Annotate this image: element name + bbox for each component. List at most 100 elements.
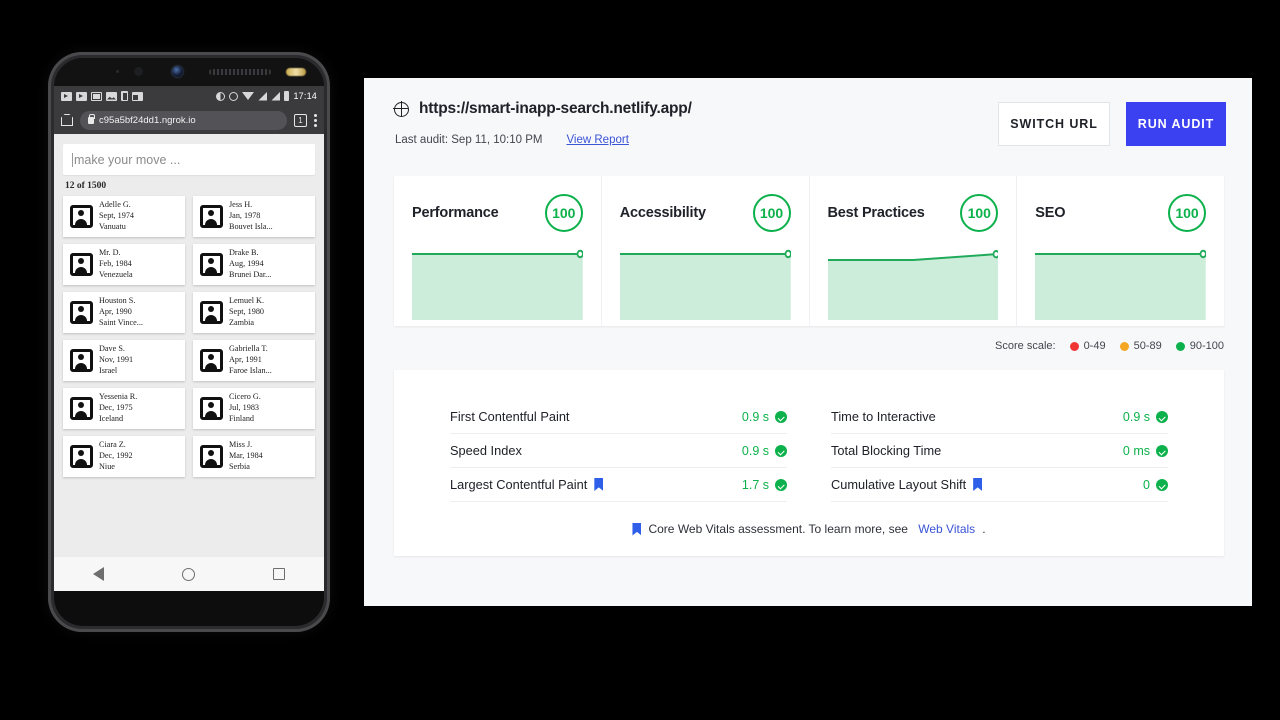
text-caret [72, 152, 73, 167]
list-item[interactable]: Houston S. Apr, 1990 Saint Vince... [63, 292, 185, 333]
last-audit-timestamp: Last audit: Sep 11, 10:10 PM [395, 134, 543, 146]
metric-value-group: 0 ms [1123, 444, 1168, 458]
contact-list: Adelle G. Sept, 1974 Vanuatu Jess H. Jan… [63, 196, 315, 477]
contact-date: Sept, 1974 [99, 211, 135, 221]
list-item[interactable]: Ciara Z. Dec, 1992 Niue [63, 436, 185, 477]
notification-led-icon [286, 68, 306, 76]
contact-date: Apr, 1990 [99, 307, 132, 317]
score-sparkline-accessibility [619, 249, 792, 320]
list-item-details: Lemuel K. Sept, 1980 Zambia [229, 292, 315, 333]
metric-value: 0.9 s [1122, 409, 1150, 424]
list-item[interactable]: Dave S. Nov, 1991 Israel [63, 340, 185, 381]
web-vitals-link[interactable]: Web Vitals [918, 522, 975, 536]
screenshot-stage: 17:14 c95a5bf24dd1.ngrok.io 1 make your … [0, 0, 1280, 720]
avatar [193, 436, 229, 477]
metric-row: Total Blocking Time 0 ms [831, 434, 1168, 468]
contact-date: Nov, 1991 [99, 355, 134, 365]
check-circle-icon [775, 478, 787, 491]
orange-dot-icon [1119, 341, 1129, 351]
alarm-icon [229, 91, 239, 101]
list-item[interactable]: Cicero G. Jul, 1983 Finland [193, 388, 315, 429]
metric-label: Cumulative Layout Shift [831, 477, 983, 492]
list-item[interactable]: Yessenia R. Dec, 1975 Iceland [63, 388, 185, 429]
metric-label: First Contentful Paint [450, 409, 570, 424]
score-card-best-practices[interactable]: Best Practices 100 [808, 176, 1017, 326]
address-bar[interactable]: c95a5bf24dd1.ngrok.io [80, 110, 287, 130]
lock-icon [88, 113, 95, 124]
score-card-header: SEO 100 [1035, 194, 1206, 232]
score-card-title: Accessibility [619, 205, 706, 221]
person-icon [69, 301, 93, 324]
footnote-end: . [982, 522, 986, 536]
avatar [63, 436, 99, 477]
core-web-vitals-note: Core Web Vitals assessment. To learn mor… [428, 522, 1190, 536]
check-circle-icon [1156, 444, 1168, 457]
core-web-vital-flag-icon [632, 522, 642, 536]
metrics-grid: First Contentful Paint 0.9 s Speed Index… [428, 400, 1190, 502]
score-card-accessibility[interactable]: Accessibility 100 [600, 176, 809, 326]
score-scale-label: Score scale: [995, 340, 1056, 352]
person-icon [199, 301, 223, 324]
contact-name: Miss J. [229, 440, 253, 450]
legend-item-average: 50-89 [1119, 340, 1162, 352]
metric-title: Total Blocking Time [831, 443, 942, 458]
back-icon[interactable] [93, 567, 104, 581]
metric-row: Largest Contentful Paint 1.7 s [450, 468, 787, 502]
score-gauge: 100 [544, 194, 583, 232]
list-item[interactable]: Lemuel K. Sept, 1980 Zambia [193, 292, 315, 333]
run-audit-button[interactable]: RUN AUDIT [1126, 102, 1226, 146]
metric-title: Time to Interactive [831, 409, 936, 424]
status-bar-system: 17:14 [216, 91, 317, 101]
person-icon [69, 349, 93, 372]
person-icon [199, 397, 223, 420]
list-item[interactable]: Miss J. Mar, 1984 Serbia [193, 436, 315, 477]
metric-value: 1.7 s [741, 477, 769, 492]
metric-value-group: 0.9 s [1123, 410, 1168, 424]
contact-country: Bouvet Isla... [229, 221, 273, 231]
score-gauge: 100 [960, 194, 999, 232]
list-item[interactable]: Jess H. Jan, 1978 Bouvet Isla... [193, 196, 315, 237]
list-item[interactable]: Drake B. Aug, 1994 Brunei Dar... [193, 244, 315, 285]
play-icon [76, 91, 87, 101]
core-web-vital-flag-icon [973, 478, 983, 491]
tab-count-icon[interactable]: 1 [294, 113, 307, 127]
android-nav-bar [54, 557, 324, 591]
avatar [193, 388, 229, 429]
contact-country: Venezuela [99, 269, 133, 279]
list-item[interactable]: Gabriella T. Apr, 1991 Faroe Islan... [193, 340, 315, 381]
search-input[interactable]: make your move ... [63, 144, 315, 175]
search-input-placeholder: make your move ... [74, 152, 181, 167]
metric-label: Speed Index [450, 443, 522, 458]
score-card-seo[interactable]: SEO 100 [1016, 176, 1224, 326]
list-item[interactable]: Adelle G. Sept, 1974 Vanuatu [63, 196, 185, 237]
view-report-link[interactable]: View Report [566, 134, 628, 146]
score-card-title: SEO [1035, 205, 1066, 221]
recents-icon[interactable] [273, 568, 285, 580]
front-camera-icon [172, 66, 183, 77]
score-gauge: 100 [752, 194, 791, 232]
list-item-details: Houston S. Apr, 1990 Saint Vince... [99, 292, 185, 333]
audit-meta-row: Last audit: Sep 11, 10:10 PM View Report [394, 134, 998, 146]
avatar [63, 244, 99, 285]
home-icon[interactable] [61, 114, 73, 126]
contact-date: Feb, 1984 [99, 259, 132, 269]
green-dot-icon [1175, 341, 1185, 351]
score-card-performance[interactable]: Performance 100 [394, 176, 601, 326]
overflow-menu-icon[interactable] [314, 113, 317, 127]
score-card-title: Performance [412, 205, 499, 221]
metric-label: Largest Contentful Paint [450, 477, 604, 492]
core-web-vital-flag-icon [594, 478, 604, 491]
list-item-details: Drake B. Aug, 1994 Brunei Dar... [229, 244, 315, 285]
contact-date: Mar, 1984 [229, 451, 263, 461]
sensor-dot-icon [116, 70, 119, 73]
avatar [193, 340, 229, 381]
contact-name: Mr. D. [99, 248, 121, 258]
person-icon [69, 397, 93, 420]
list-item[interactable]: Mr. D. Feb, 1984 Venezuela [63, 244, 185, 285]
switch-url-button[interactable]: SWITCH URL [998, 102, 1110, 146]
home-circle-icon[interactable] [182, 567, 195, 581]
list-item-details: Adelle G. Sept, 1974 Vanuatu [99, 196, 185, 237]
person-icon [199, 349, 223, 372]
window-icon [132, 91, 143, 101]
audited-url-row: https://smart-inapp-search.netlify.app/ [393, 100, 998, 118]
